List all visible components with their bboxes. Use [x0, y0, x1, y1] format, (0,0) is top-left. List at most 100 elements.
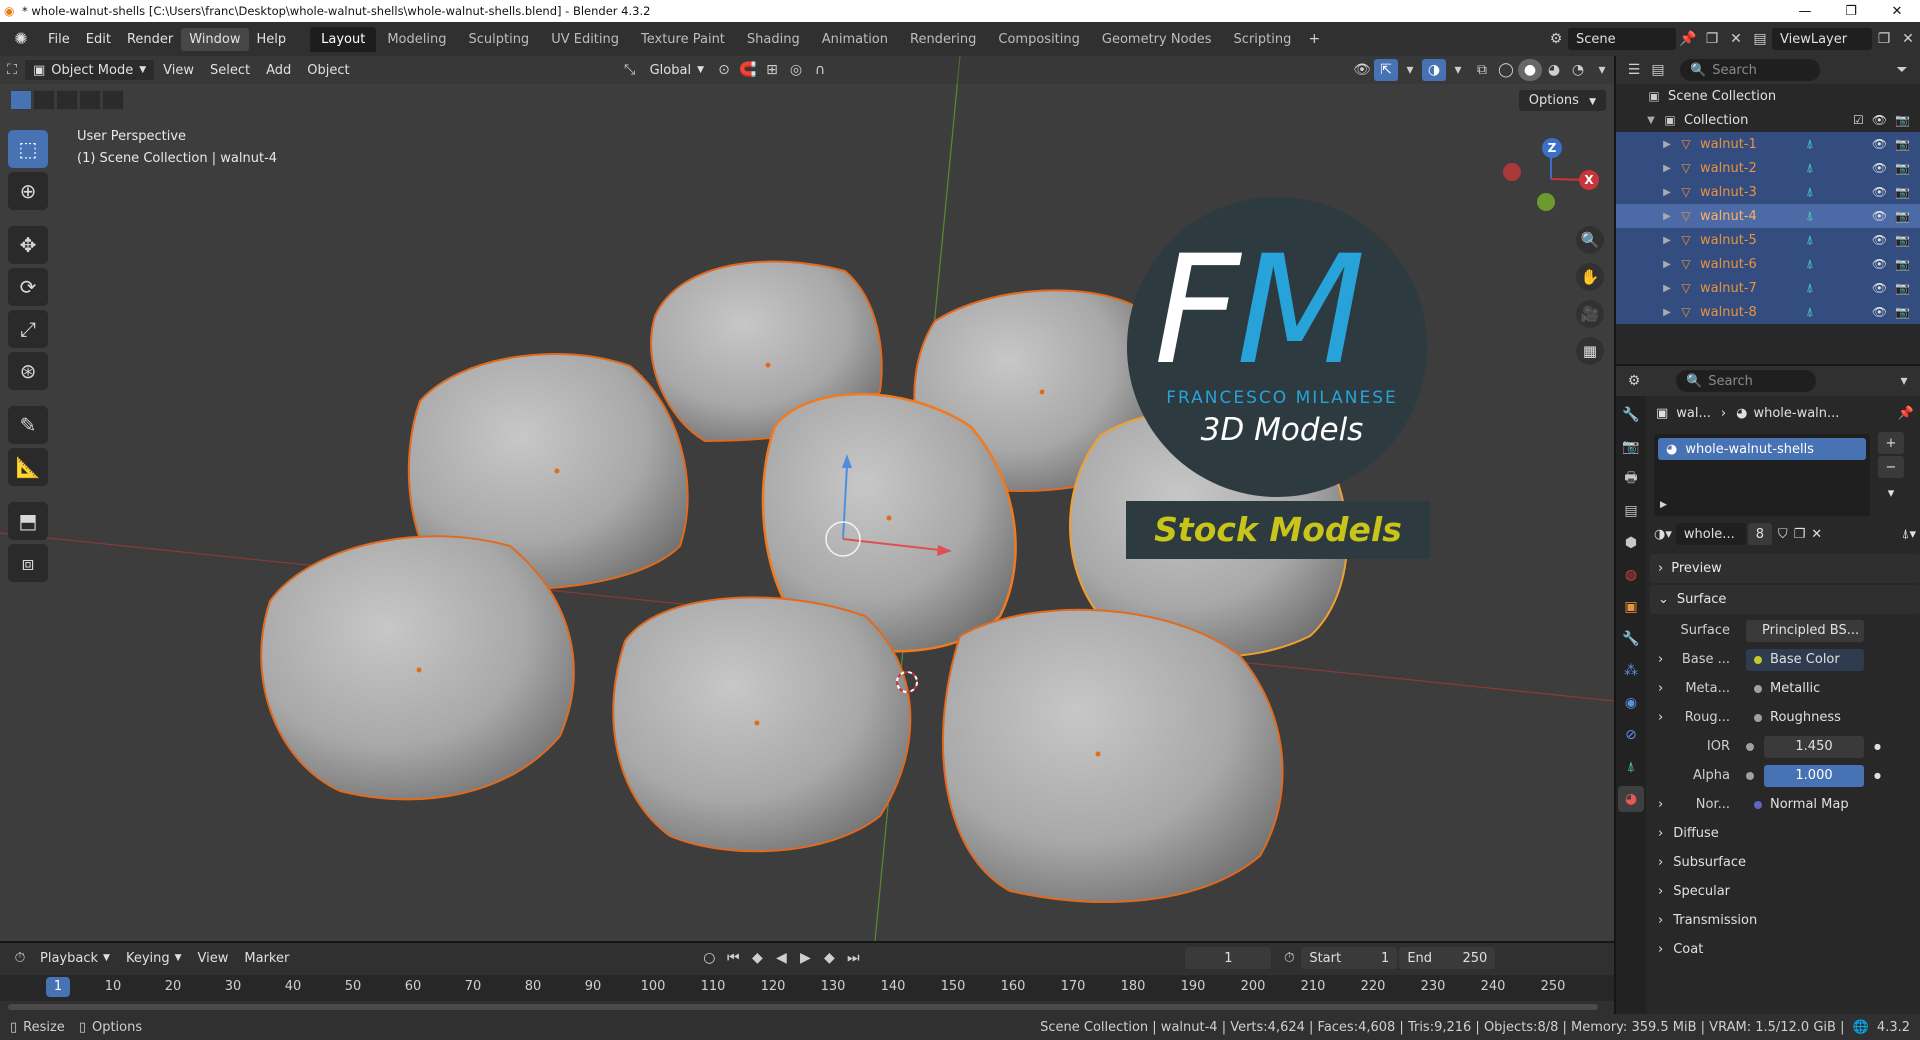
nav-gizmo-z[interactable]: Z	[1542, 138, 1562, 158]
zoom-icon[interactable]: 🔍	[1576, 226, 1604, 254]
gizmo-dropdown-icon[interactable]: ▾	[1398, 59, 1422, 81]
remove-slot-button[interactable]: −	[1878, 456, 1904, 478]
camera-icon[interactable]: 📷	[1895, 185, 1910, 199]
object-menu[interactable]: Object	[299, 59, 357, 81]
tab-animation[interactable]: Animation	[811, 27, 899, 52]
outliner-object[interactable]: ▶ ▽ walnut-5 ⍋ 👁 📷	[1616, 228, 1920, 252]
tab-compositing[interactable]: Compositing	[987, 27, 1091, 52]
menu-edit[interactable]: Edit	[78, 28, 119, 51]
outliner-object[interactable]: ▶ ▽ walnut-2 ⍋ 👁 📷	[1616, 156, 1920, 180]
tab-layout[interactable]: Layout	[310, 26, 377, 52]
unlink-material-icon[interactable]: ✕	[1811, 527, 1822, 542]
base-color-field[interactable]: Base Color	[1746, 648, 1864, 671]
annotate-tool-icon[interactable]: ✎	[8, 406, 48, 444]
chevron-right-icon[interactable]: ›	[1658, 652, 1663, 667]
visibility-icon[interactable]: 👁	[1350, 59, 1374, 81]
camera-icon[interactable]: 📷	[1895, 281, 1910, 295]
mesh-data-icon[interactable]: ⍋	[1806, 257, 1814, 272]
camera-icon[interactable]: 📷	[1895, 113, 1910, 127]
view-layer-icon[interactable]: ▤	[1748, 28, 1772, 50]
start-frame-field[interactable]: Start 1	[1301, 947, 1398, 969]
constraints-tab-icon[interactable]: ⊘	[1618, 722, 1644, 748]
jump-start-icon[interactable]: ⏮	[721, 947, 745, 969]
outliner-object[interactable]: ▶ ▽ walnut-6 ⍋ 👁 📷	[1616, 252, 1920, 276]
duplicate-material-icon[interactable]: ❐	[1794, 527, 1806, 542]
checkbox-icon[interactable]: ☑	[1853, 113, 1864, 127]
normal-field[interactable]: Normal Map	[1746, 793, 1864, 816]
menu-window[interactable]: Window	[181, 27, 249, 51]
timeline-ruler[interactable]: 1 10 20 30 40 50 60 70 80 90 100 110 120…	[0, 975, 1614, 1001]
auto-keying-icon[interactable]: ○	[697, 947, 721, 969]
tab-geometry-nodes[interactable]: Geometry Nodes	[1091, 27, 1223, 52]
outliner-object[interactable]: ▶ ▽ walnut-7 ⍋ 👁 📷	[1616, 276, 1920, 300]
options-dropdown[interactable]: Options ▼	[1518, 90, 1606, 111]
maximize-button[interactable]: ❐	[1828, 4, 1874, 19]
shading-dropdown-icon[interactable]: ▾	[1590, 59, 1614, 81]
mesh-data-icon[interactable]: ⍋	[1806, 185, 1814, 200]
play-icon[interactable]: ▶	[793, 947, 817, 969]
mode-selector[interactable]: ▣ Object Mode ▼	[24, 59, 156, 81]
filter-icon[interactable]: ⏷	[1890, 59, 1914, 81]
overlays-dropdown-icon[interactable]: ▾	[1446, 59, 1470, 81]
scene-tab-icon[interactable]: ⬢	[1618, 530, 1644, 556]
alpha-socket[interactable]	[1746, 771, 1754, 780]
play-reverse-icon[interactable]: ◀	[769, 947, 793, 969]
collapse-arrow-icon[interactable]: ▼	[1644, 115, 1658, 126]
orthographic-grid-icon[interactable]: ▦	[1576, 337, 1604, 365]
end-frame-field[interactable]: End 250	[1399, 947, 1496, 969]
eye-icon[interactable]: 👁	[1872, 209, 1887, 223]
chevron-right-icon[interactable]: ›	[1658, 710, 1663, 725]
xray-icon[interactable]: ⧉	[1470, 59, 1494, 81]
outliner-object-active[interactable]: ▶ ▽ walnut-4 ⍋ 👁 📷	[1616, 204, 1920, 228]
select-intersect-icon[interactable]	[102, 90, 124, 110]
blender-logo-icon[interactable]: ✺	[10, 28, 32, 50]
output-tab-icon[interactable]: 🖶	[1618, 466, 1644, 492]
add-menu[interactable]: Add	[258, 59, 299, 81]
eye-icon[interactable]: 👁	[1872, 185, 1887, 199]
marker-menu[interactable]: Marker	[236, 947, 297, 969]
tool-tab-icon[interactable]: 🔧	[1618, 402, 1644, 428]
tab-rendering[interactable]: Rendering	[899, 27, 987, 52]
transform-orientation-selector[interactable]: Global ▼	[642, 59, 712, 81]
chevron-right-icon[interactable]: ›	[1658, 681, 1663, 696]
mesh-data-icon[interactable]: ⍋	[1806, 161, 1814, 176]
mesh-data-icon[interactable]: ⍋	[1806, 209, 1814, 224]
display-mode-icon[interactable]: ▤	[1646, 59, 1670, 81]
menu-render[interactable]: Render	[119, 28, 181, 51]
pivot-point-icon[interactable]: ⊙	[712, 59, 736, 81]
outliner-collection[interactable]: ▼ ▣ Collection ☑ 👁 📷	[1616, 108, 1920, 132]
camera-view-icon[interactable]: 🎥	[1576, 300, 1604, 328]
new-scene-icon[interactable]: ❐	[1700, 28, 1724, 50]
camera-icon[interactable]: 📷	[1895, 257, 1910, 271]
properties-editor-icon[interactable]: ⚙	[1622, 370, 1646, 392]
tab-modeling[interactable]: Modeling	[376, 27, 457, 52]
fake-user-icon[interactable]: ⛉	[1778, 527, 1788, 542]
snap-icon[interactable]: 🧲	[736, 59, 760, 81]
rendered-shading-icon[interactable]: ◔	[1566, 59, 1590, 81]
panel-preview[interactable]: › Preview	[1650, 554, 1920, 583]
browse-material-icon[interactable]: ◑▾	[1654, 527, 1672, 542]
camera-icon[interactable]: 📷	[1895, 161, 1910, 175]
particles-tab-icon[interactable]: ⁂	[1618, 658, 1644, 684]
alpha-field[interactable]: 1.000	[1764, 764, 1864, 787]
select-menu[interactable]: Select	[202, 59, 258, 81]
select-new-icon[interactable]	[10, 90, 32, 110]
select-invert-icon[interactable]	[79, 90, 101, 110]
outliner-editor-icon[interactable]: ☰	[1622, 59, 1646, 81]
tab-texture-paint[interactable]: Texture Paint	[630, 27, 736, 52]
eye-icon[interactable]: 👁	[1872, 137, 1887, 151]
tab-uv-editing[interactable]: UV Editing	[540, 27, 630, 52]
eye-icon[interactable]: 👁	[1872, 113, 1887, 127]
link-type-icon[interactable]: ⍋▾	[1902, 527, 1916, 542]
keying-menu[interactable]: Keying ▼	[118, 947, 190, 969]
add-primitive-tool-icon[interactable]: ⧈	[8, 544, 48, 582]
material-tab-icon[interactable]: ◕	[1618, 786, 1644, 812]
panel-coat[interactable]: › Coat	[1650, 935, 1920, 964]
eye-icon[interactable]: 👁	[1872, 281, 1887, 295]
current-frame-field[interactable]: 1	[1185, 947, 1272, 969]
eye-icon[interactable]: 👁	[1872, 233, 1887, 247]
panel-transmission[interactable]: › Transmission	[1650, 906, 1920, 935]
transform-tool-icon[interactable]: ⊛	[8, 352, 48, 390]
scene-selector[interactable]: Scene	[1568, 28, 1676, 50]
timeline-scrollbar[interactable]	[8, 1004, 1598, 1010]
